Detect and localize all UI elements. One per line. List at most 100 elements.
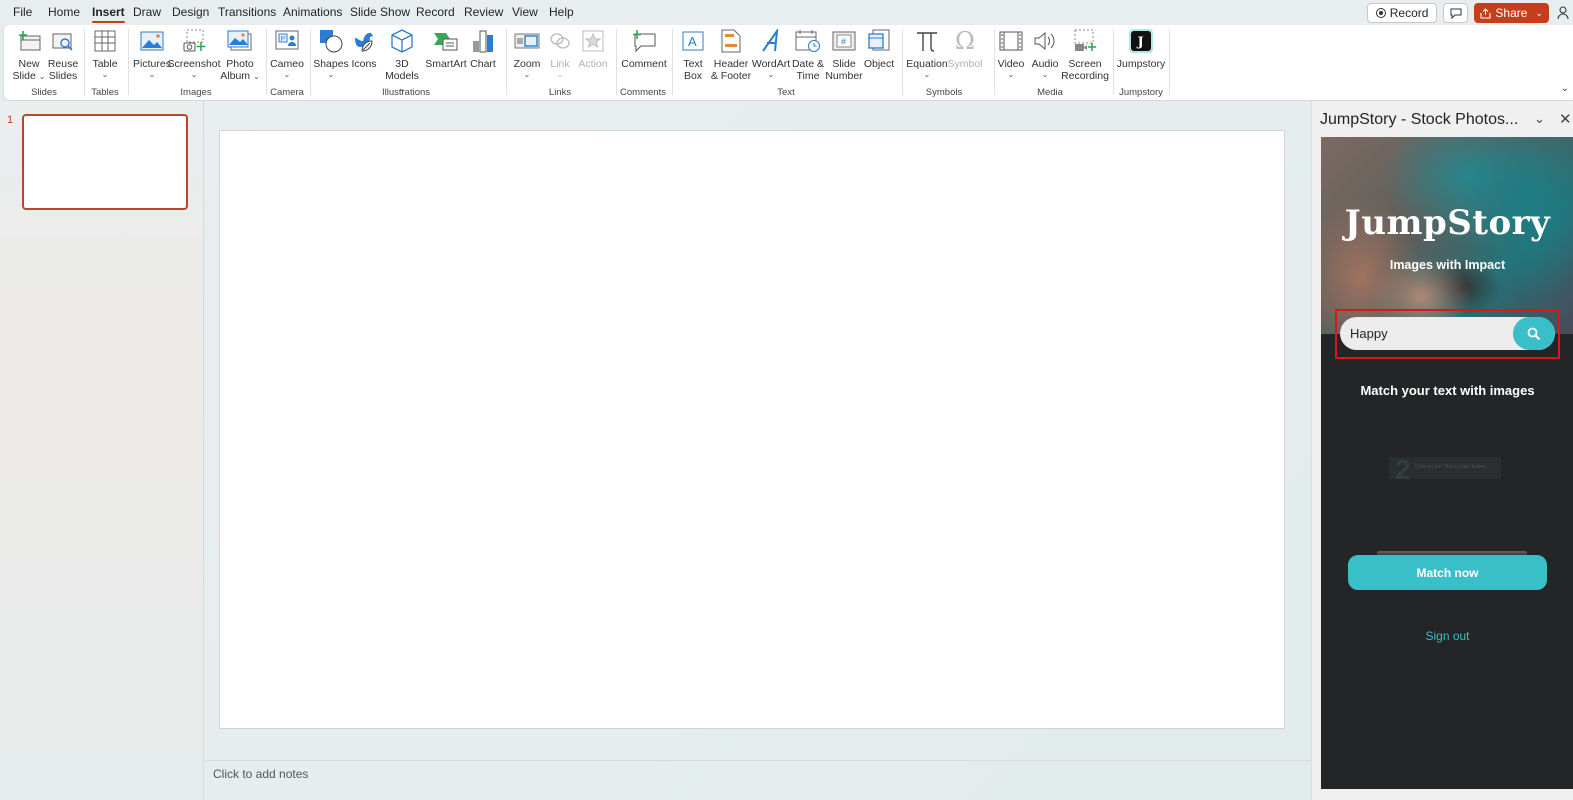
record-button[interactable]: Record xyxy=(1366,3,1438,23)
text-box-button[interactable]: A Text Box xyxy=(678,27,708,82)
wordart-icon xyxy=(757,27,785,55)
smartart-button[interactable]: SmartArt xyxy=(424,27,468,70)
photo-album-label-1: Photo xyxy=(226,58,254,70)
group-label-text: Text xyxy=(777,87,795,98)
slide-number-button[interactable]: # Slide Number xyxy=(825,27,863,82)
icons-label: Icons xyxy=(351,58,377,70)
reuse-slides-label-1: Reuse xyxy=(47,58,79,70)
notes-divider[interactable] xyxy=(205,760,1310,761)
symbol-button[interactable]: Ω Symbol xyxy=(948,27,983,70)
shapes-label: Shapes xyxy=(313,58,349,70)
chart-button[interactable]: Chart xyxy=(470,27,496,70)
screen-recording-label-1: Screen xyxy=(1068,58,1102,70)
presenter-coach-icon[interactable] xyxy=(1555,3,1573,23)
chevron-down-icon: ⌄ xyxy=(148,70,156,79)
group-label-links: Links xyxy=(548,87,572,98)
search-box xyxy=(1340,317,1555,350)
jumpstory-button[interactable]: J Jumpstory xyxy=(1116,27,1166,70)
notes-placeholder[interactable]: Click to add notes xyxy=(213,767,308,781)
date-time-button[interactable]: Date & Time xyxy=(790,27,826,82)
group-separator xyxy=(84,29,85,95)
comments-button[interactable] xyxy=(1443,3,1469,23)
header-footer-icon xyxy=(717,27,745,55)
chevron-down-icon: ⌄ xyxy=(283,70,291,79)
3d-models-label-1: 3D xyxy=(395,58,409,70)
header-footer-label-1: Header xyxy=(713,58,749,70)
tab-transitions[interactable]: Transitions xyxy=(218,5,276,19)
jumpstory-addin: JumpStory Images with Impact Match your … xyxy=(1321,137,1573,789)
group-label-jumpstory: Jumpstory xyxy=(1119,87,1163,98)
3d-models-button[interactable]: 3D Models ⌄ xyxy=(382,27,422,94)
tab-view[interactable]: View xyxy=(512,5,538,19)
wordart-button[interactable]: WordArt ⌄ xyxy=(752,27,790,80)
hero-image: JumpStory Images with Impact xyxy=(1321,137,1573,334)
new-slide-label-2: Slide ⌄ xyxy=(12,70,46,82)
text-box-label-1: Text xyxy=(683,58,703,70)
tab-insert[interactable]: Insert xyxy=(92,5,125,23)
zoom-icon xyxy=(513,27,541,55)
table-button[interactable]: Table ⌄ xyxy=(90,27,120,80)
link-button[interactable]: Link ⌄ xyxy=(546,27,574,80)
task-pane-options-chevron-icon[interactable]: ⌄ xyxy=(1534,111,1545,127)
screen-recording-icon xyxy=(1071,27,1099,55)
share-button[interactable]: Share ⌄ xyxy=(1474,3,1549,23)
comment-button[interactable]: Comment xyxy=(621,27,667,70)
tab-review[interactable]: Review xyxy=(464,5,503,19)
ribbon-collapse-chevron-icon[interactable]: ⌄ xyxy=(1561,83,1569,94)
link-icon xyxy=(546,27,574,55)
video-button[interactable]: Video ⌄ xyxy=(996,27,1026,80)
tab-file[interactable]: File xyxy=(13,5,32,19)
task-pane-close-icon[interactable]: ✕ xyxy=(1559,110,1572,128)
group-separator xyxy=(1169,29,1170,95)
chevron-down-icon[interactable]: ⌄ xyxy=(1535,8,1543,19)
photo-album-label-2: Album ⌄ xyxy=(220,70,260,82)
jumpstory-label: Jumpstory xyxy=(1116,58,1166,70)
slide-canvas[interactable] xyxy=(219,130,1285,729)
slide-number-icon: # xyxy=(830,27,858,55)
slide-number-label-2: Number xyxy=(825,70,863,82)
tab-animations[interactable]: Animations xyxy=(283,5,342,19)
screenshot-button[interactable]: Screenshot ⌄ xyxy=(167,27,221,80)
reuse-slides-button[interactable]: Reuse Slides xyxy=(46,27,80,82)
search-button[interactable] xyxy=(1513,317,1555,350)
chevron-down-icon: ⌄ xyxy=(1041,70,1049,79)
icons-button[interactable]: Icons xyxy=(350,27,378,70)
header-footer-button[interactable]: Header & Footer xyxy=(710,27,752,82)
screen-recording-button[interactable]: Screen Recording xyxy=(1061,27,1109,82)
date-time-label-2: Time xyxy=(796,70,820,82)
slide-thumbnail-pane: 1 xyxy=(0,101,204,800)
tab-record[interactable]: Record xyxy=(416,5,455,19)
svg-text:P: P xyxy=(281,36,286,43)
tab-slide-show[interactable]: Slide Show xyxy=(350,5,410,19)
search-input[interactable] xyxy=(1340,317,1515,350)
object-button[interactable]: Object xyxy=(862,27,896,70)
equation-label: Equation xyxy=(906,58,948,70)
pictures-button[interactable]: Pictures ⌄ xyxy=(133,27,171,80)
new-slide-button[interactable]: New Slide ⌄ xyxy=(12,27,46,82)
share-label: Share xyxy=(1495,6,1528,20)
action-star-icon xyxy=(579,27,607,55)
menu-bar: File Home Insert Draw Design Transitions… xyxy=(0,0,1573,26)
cameo-button[interactable]: P Cameo ⌄ xyxy=(270,27,304,80)
comment-icon xyxy=(1450,8,1462,19)
shapes-button[interactable]: Shapes ⌄ xyxy=(313,27,349,80)
reuse-slides-label-2: Slides xyxy=(48,70,78,82)
tab-draw[interactable]: Draw xyxy=(133,5,161,19)
sign-out-link[interactable]: Sign out xyxy=(1321,629,1573,643)
tab-help[interactable]: Help xyxy=(549,5,574,19)
audio-button[interactable]: Audio ⌄ xyxy=(1030,27,1060,80)
group-separator xyxy=(506,29,507,95)
slide-thumbnail[interactable] xyxy=(22,114,188,210)
match-heading: Match your text with images xyxy=(1360,383,1535,398)
action-button[interactable]: Action xyxy=(576,27,610,70)
comment-label: Comment xyxy=(621,58,667,70)
chevron-down-icon: ⌄ xyxy=(556,70,564,79)
match-now-button[interactable]: Match now xyxy=(1348,555,1547,590)
equation-button[interactable]: Equation ⌄ xyxy=(906,27,948,80)
tab-home[interactable]: Home xyxy=(48,5,80,19)
photo-album-button[interactable]: Photo Album ⌄ xyxy=(220,27,260,82)
svg-text:#: # xyxy=(841,37,846,47)
zoom-button[interactable]: Zoom ⌄ xyxy=(512,27,542,80)
tab-design[interactable]: Design xyxy=(172,5,209,19)
search-icon xyxy=(1527,327,1541,340)
